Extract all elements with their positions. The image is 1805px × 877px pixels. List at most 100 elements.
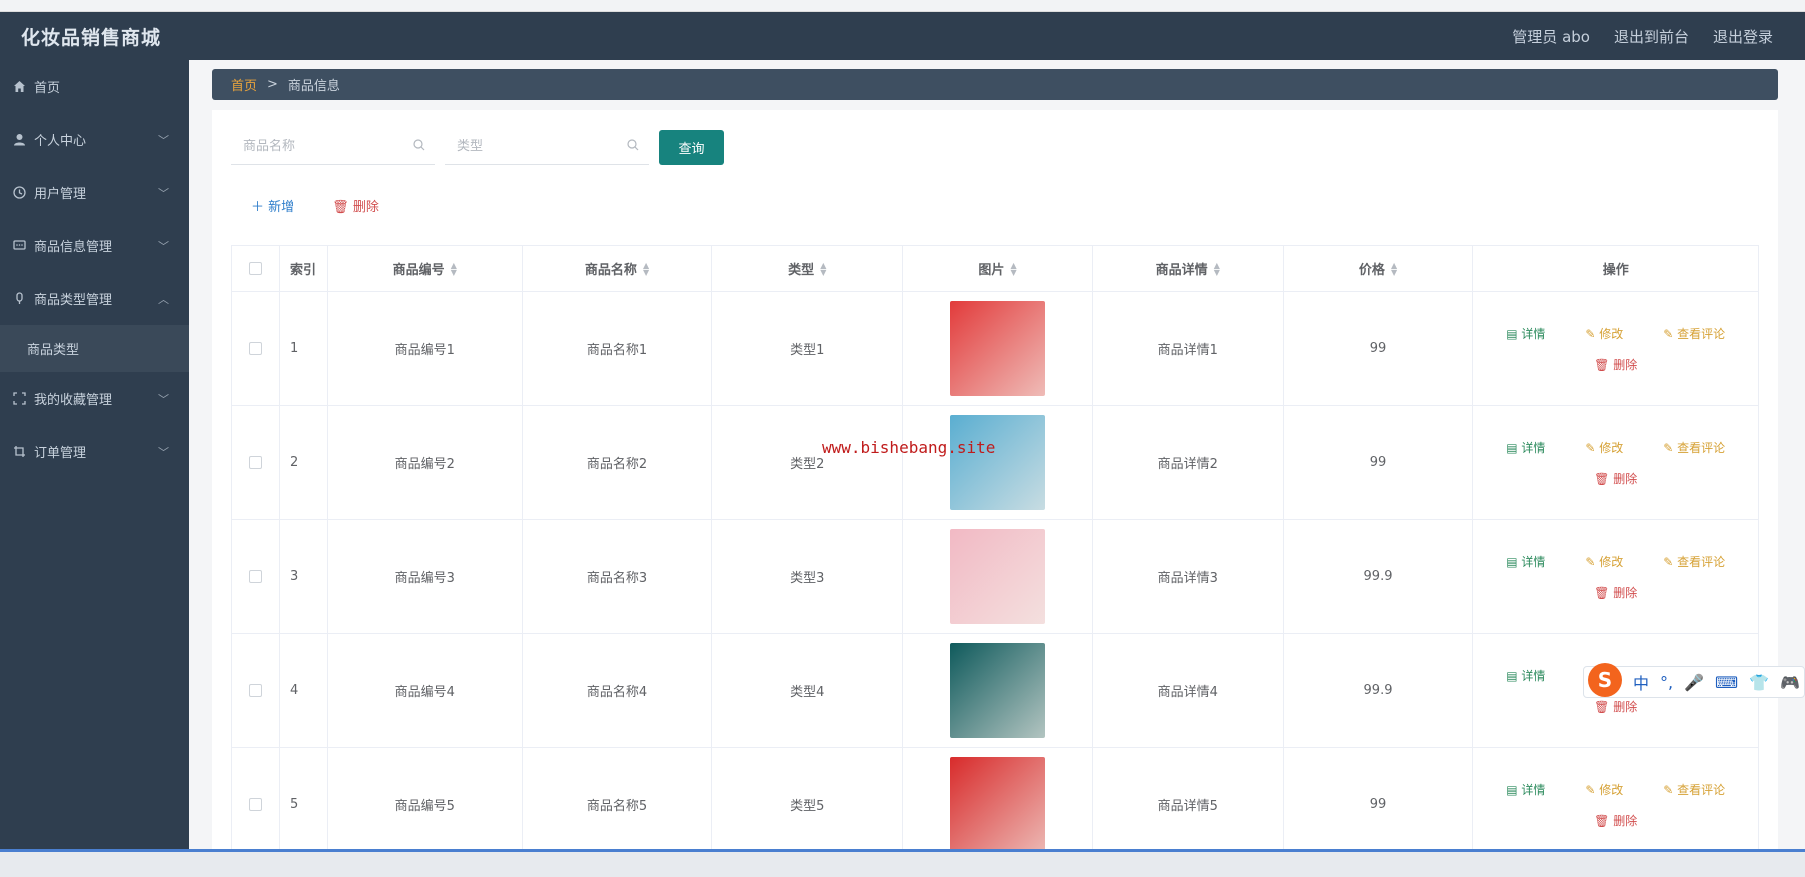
type-input[interactable] xyxy=(457,139,607,154)
header-product-name[interactable]: 商品名称 ▲ ▼ xyxy=(523,246,713,291)
pencil-icon: ✎ xyxy=(1663,554,1678,569)
sidebar-subitem-product-type[interactable]: 商品类型 xyxy=(0,325,189,372)
exit-to-front-link[interactable]: 退出到前台 xyxy=(1614,26,1689,47)
sidebar-item-product-info[interactable]: 商品信息管理 ﹀ xyxy=(0,219,189,272)
sidebar-item-home[interactable]: 首页 xyxy=(0,60,189,113)
admin-user-link[interactable]: 管理员 abo xyxy=(1512,26,1590,47)
ime-keyboard-icon[interactable]: ⌨ xyxy=(1715,673,1738,692)
ime-game-icon[interactable]: 🎮 xyxy=(1780,673,1800,692)
row-checkbox[interactable] xyxy=(248,456,262,469)
sogou-logo-icon[interactable]: S xyxy=(1588,663,1622,697)
delete-button-label: 删除 xyxy=(352,200,379,215)
cell-index: 5 xyxy=(280,748,328,861)
pencil-icon: ✎ xyxy=(1585,326,1600,341)
mic-icon xyxy=(12,292,26,306)
search-icon xyxy=(413,138,425,155)
sort-icon[interactable]: ▲ ▼ xyxy=(451,261,457,276)
add-button[interactable]: ＋ 新增 xyxy=(251,196,294,215)
select-all-checkbox[interactable] xyxy=(248,262,262,275)
edit-label: 修改 xyxy=(1599,326,1624,341)
sort-icon[interactable]: ▲ ▼ xyxy=(1010,261,1016,276)
detail-button[interactable]: ▤ 详情 xyxy=(1506,781,1545,798)
sort-icon[interactable]: ▲ ▼ xyxy=(820,261,826,276)
row-checkbox[interactable] xyxy=(248,684,262,697)
row-delete-button[interactable]: 🗑 删除 xyxy=(1594,356,1637,373)
header-type[interactable]: 类型 ▲ ▼ xyxy=(712,246,904,291)
row-checkbox-cell xyxy=(232,406,280,519)
header-operations: 操作 xyxy=(1602,263,1629,278)
product-thumbnail[interactable] xyxy=(950,301,1046,396)
cell-product-no: 商品编号5 xyxy=(328,748,523,861)
sort-icon[interactable]: ▲ ▼ xyxy=(1391,261,1397,276)
review-label: 查看评论 xyxy=(1677,440,1726,455)
product-name-input[interactable] xyxy=(243,139,393,154)
sidebar-item-favorites[interactable]: 我的收藏管理 ﹀ xyxy=(0,372,189,425)
breadcrumb: 首页 > 商品信息 xyxy=(212,69,1778,100)
ime-punctuation-toggle[interactable]: °, xyxy=(1660,673,1673,692)
row-delete-button[interactable]: 🗑 删除 xyxy=(1594,584,1637,601)
sort-icon[interactable]: ▲ ▼ xyxy=(1214,261,1220,276)
sidebar-item-label: 首页 xyxy=(34,81,61,96)
edit-button[interactable]: ✎ 修改 xyxy=(1585,553,1623,570)
chevron-down-icon: ﹀ xyxy=(158,392,169,406)
row-checkbox-cell xyxy=(232,634,280,747)
edit-button[interactable]: ✎ 修改 xyxy=(1585,439,1623,456)
trash-icon: 🗑 xyxy=(1594,471,1614,486)
sidebar-item-label: 商品信息管理 xyxy=(34,240,113,255)
cell-type: 类型1 xyxy=(712,292,904,405)
header-product-no[interactable]: 商品编号 ▲ ▼ xyxy=(328,246,523,291)
product-thumbnail[interactable] xyxy=(950,529,1046,624)
cell-index: 2 xyxy=(280,406,328,519)
cell-type: 类型3 xyxy=(712,520,904,633)
user-icon xyxy=(12,133,26,147)
header-index: 索引 xyxy=(280,246,328,291)
cell-price: 99.9 xyxy=(1284,634,1474,747)
search-icon xyxy=(627,138,639,155)
sort-icon[interactable]: ▲ ▼ xyxy=(643,261,649,276)
view-review-button[interactable]: ✎ 查看评论 xyxy=(1663,553,1725,570)
ime-mode-toggle[interactable]: 中 xyxy=(1633,670,1649,694)
cell-operations: ▤ 详情 ✎ 修改 ✎ 查看评论 🗑 删除 xyxy=(1473,748,1758,861)
detail-button[interactable]: ▤ 详情 xyxy=(1506,667,1545,684)
batch-delete-button[interactable]: 🗑 删除 xyxy=(332,196,379,215)
product-thumbnail[interactable] xyxy=(950,415,1046,510)
table-row: 5 商品编号5 商品名称5 类型5 商品详情5 99 ▤ 详情 ✎ 修改 ✎ 查看评论 🗑 删除 xyxy=(232,748,1758,862)
row-delete-button[interactable]: 🗑 删除 xyxy=(1594,470,1637,487)
view-review-button[interactable]: ✎ 查看评论 xyxy=(1663,325,1725,342)
row-checkbox[interactable] xyxy=(248,570,262,583)
row-delete-button[interactable]: 🗑 删除 xyxy=(1594,812,1637,829)
detail-button[interactable]: ▤ 详情 xyxy=(1506,325,1545,342)
cell-index: 3 xyxy=(280,520,328,633)
sidebar-item-users[interactable]: 用户管理 ﹀ xyxy=(0,166,189,219)
ime-skin-icon[interactable]: 👕 xyxy=(1749,673,1769,692)
header-image[interactable]: 图片 ▲ ▼ xyxy=(903,246,1093,291)
document-icon: ▤ xyxy=(1506,782,1522,797)
cell-operations: ▤ 详情 ✎ 修改 ✎ 查看评论 🗑 删除 xyxy=(1473,520,1758,633)
cell-price: 99 xyxy=(1284,748,1474,861)
query-button[interactable]: 查询 xyxy=(659,129,724,165)
header-price[interactable]: 价格 ▲ ▼ xyxy=(1284,246,1474,291)
sidebar-item-orders[interactable]: 订单管理 ﹀ xyxy=(0,425,189,478)
detail-label: 详情 xyxy=(1521,440,1546,455)
product-thumbnail[interactable] xyxy=(950,757,1046,852)
table-body: 1 商品编号1 商品名称1 类型1 商品详情1 99 ▤ 详情 ✎ 修改 ✎ 查看评论 🗑 删除 2… xyxy=(232,292,1758,862)
product-thumbnail[interactable] xyxy=(950,643,1046,738)
edit-button[interactable]: ✎ 修改 xyxy=(1585,325,1623,342)
sidebar-item-personal[interactable]: 个人中心 ﹀ xyxy=(0,113,189,166)
table-row: 4商品编号4商品名称4类型4商品详情499.9▤ 详情✎ 修改✎ 查看评论🗑 删… xyxy=(232,634,1758,748)
document-icon: ▤ xyxy=(1506,554,1522,569)
edit-button[interactable]: ✎ 修改 xyxy=(1585,781,1623,798)
sidebar-item-label: 我的收藏管理 xyxy=(34,393,113,408)
logout-link[interactable]: 退出登录 xyxy=(1713,26,1773,47)
ime-mic-icon[interactable]: 🎤 xyxy=(1684,673,1704,692)
detail-button[interactable]: ▤ 详情 xyxy=(1506,439,1545,456)
row-delete-button[interactable]: 🗑 删除 xyxy=(1594,698,1637,715)
sidebar-item-product-type[interactable]: 商品类型管理 ︿ xyxy=(0,272,189,325)
row-checkbox[interactable] xyxy=(248,798,262,811)
detail-button[interactable]: ▤ 详情 xyxy=(1506,553,1545,570)
view-review-button[interactable]: ✎ 查看评论 xyxy=(1663,439,1725,456)
view-review-button[interactable]: ✎ 查看评论 xyxy=(1663,781,1725,798)
breadcrumb-home[interactable]: 首页 xyxy=(231,75,257,94)
header-detail[interactable]: 商品详情 ▲ ▼ xyxy=(1093,246,1284,291)
row-checkbox[interactable] xyxy=(248,342,262,355)
